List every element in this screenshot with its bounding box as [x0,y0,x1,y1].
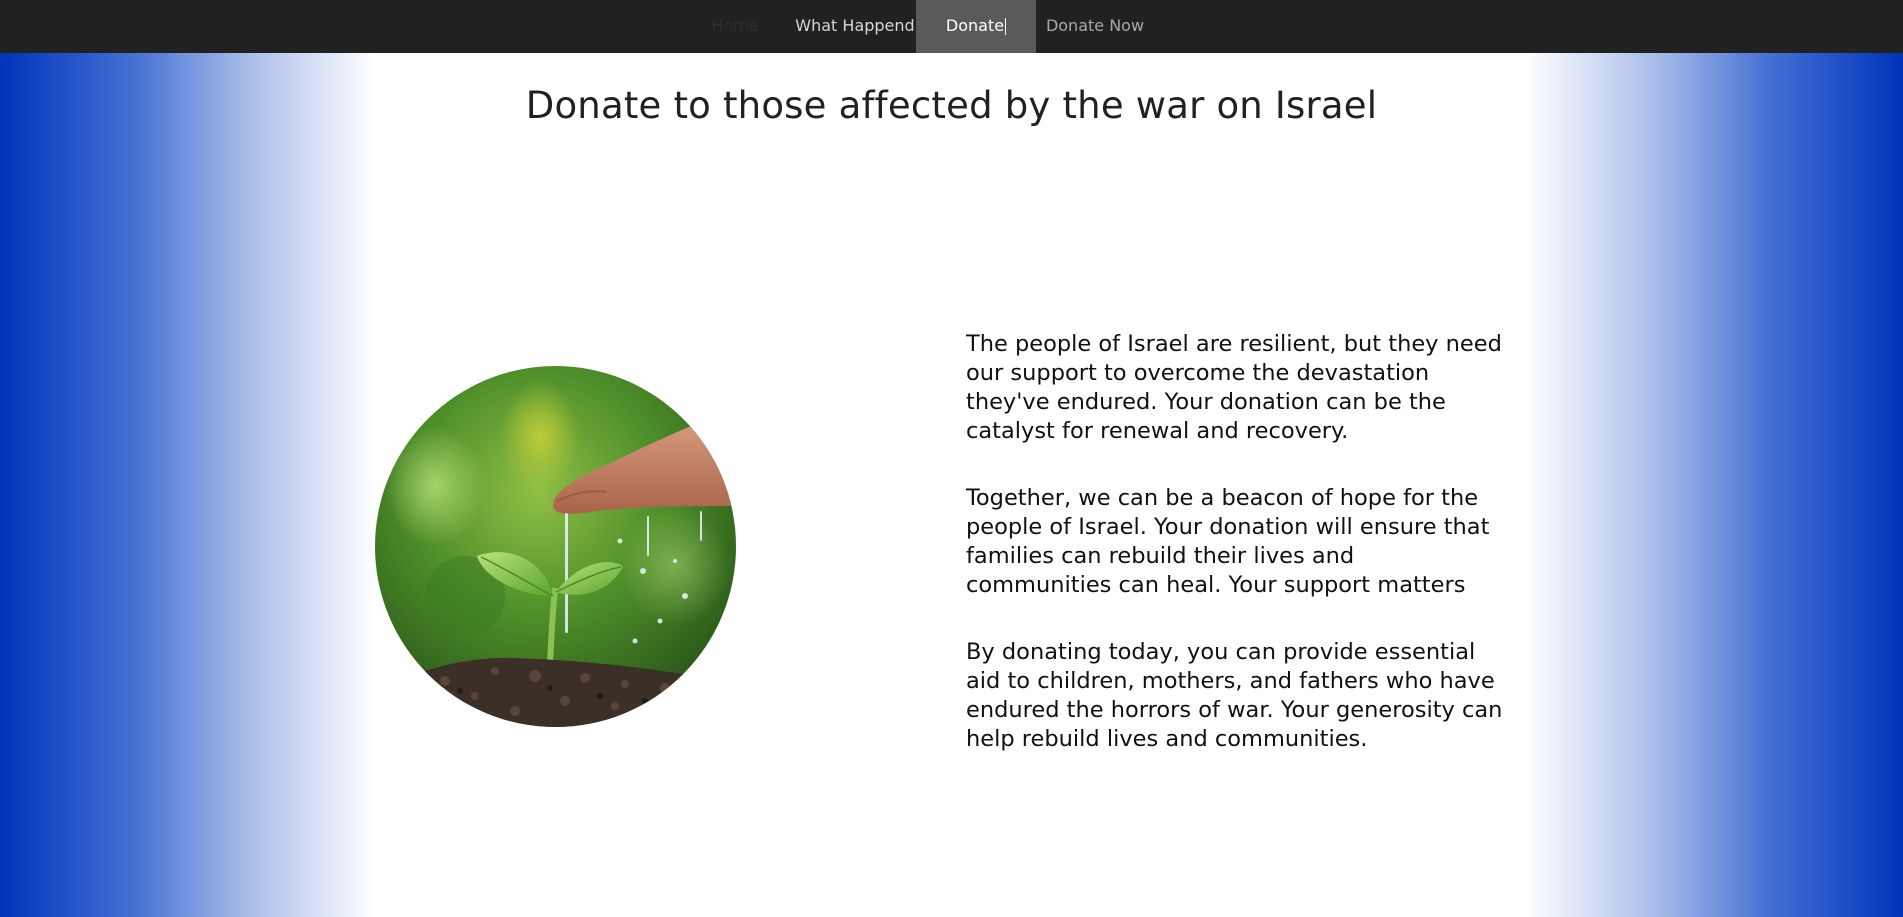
text-cursor [1005,18,1007,35]
nav-donate-now-link[interactable]: Donate Now [1040,0,1150,53]
nav-what-happend-link[interactable]: What Happend [795,0,915,53]
paragraph-hope: Together, we can be a beacon of hope for… [966,485,1490,598]
nav-donate-label: Donate [945,16,1005,35]
page-title: Donate to those affected by the war on I… [525,84,1378,127]
paragraph-aid: By donating today, you can provide essen… [966,639,1503,752]
paragraph-resilience: The people of Israel are resilient, but … [966,331,1502,444]
nav-home-link[interactable]: Home [700,0,770,53]
nav-donate-link[interactable]: Donate [916,0,1036,53]
seedling-photo [375,366,736,727]
top-navbar: Home What Happend Donate Donate Now [0,0,1903,53]
donation-copy: The people of Israel are resilient, but … [966,330,1506,792]
